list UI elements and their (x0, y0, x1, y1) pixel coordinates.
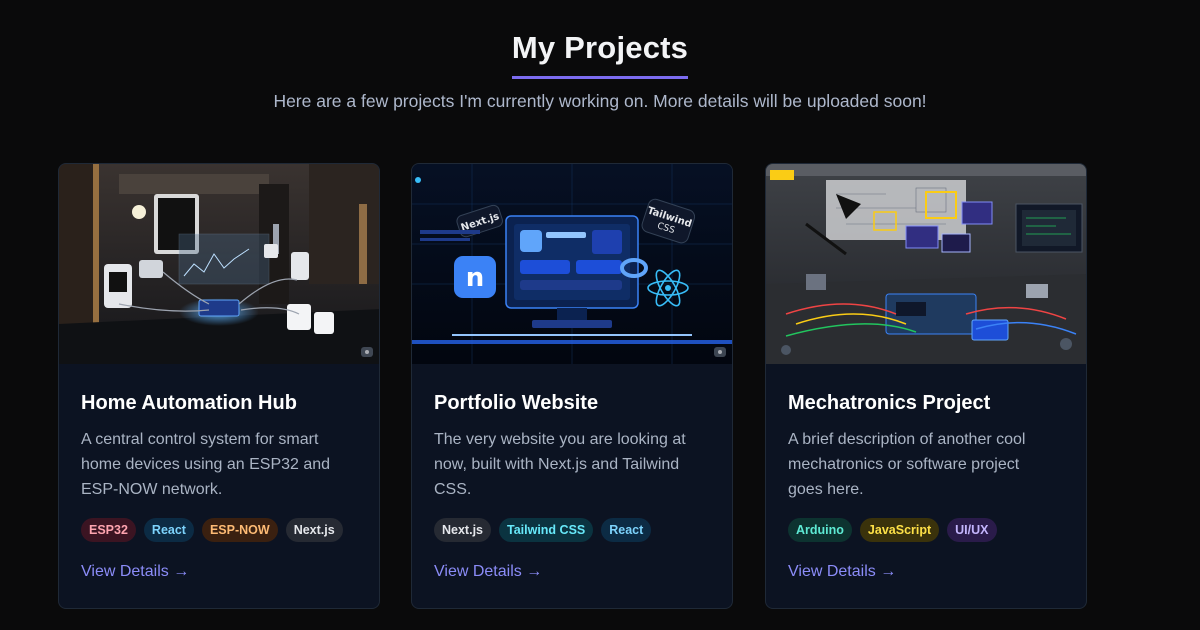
project-description: A central control system for smart home … (81, 431, 331, 498)
web-dashboard-illustration: n Next.js Tailwind CSS (412, 164, 732, 364)
svg-text:n: n (466, 263, 485, 293)
project-title: Mechatronics Project (788, 392, 991, 414)
project-card-portfolio[interactable]: n Next.js Tailwind CSS Portfolio Website (411, 163, 733, 609)
camera-icon (361, 347, 373, 357)
smart-home-illustration (59, 164, 379, 364)
tag-javascript: JavaScript (859, 518, 940, 542)
tag-list: ESP32 React ESP-NOW Next.js (81, 518, 343, 542)
project-title: Portfolio Website (434, 392, 599, 414)
page-subtitle: Here are a few projects I'm currently wo… (273, 91, 927, 111)
section-header: My Projects Here are a few projects I'm … (0, 0, 1200, 112)
project-title: Home Automation Hub (81, 392, 297, 414)
tag-react: React (601, 518, 652, 542)
tag-nextjs: Next.js (434, 518, 491, 542)
tag-esp-now: ESP-NOW (201, 518, 278, 542)
tag-list: Arduino JavaScript UI/UX (788, 518, 997, 542)
tag-list: Next.js Tailwind CSS React (434, 518, 652, 542)
tag-nextjs: Next.js (285, 518, 343, 542)
project-card-home-automation[interactable]: Home Automation Hub A central control sy… (58, 163, 380, 609)
tag-react: React (143, 518, 194, 542)
electronics-lab-illustration (766, 164, 1086, 364)
view-details-link[interactable]: View Details → (788, 563, 896, 581)
project-card-mechatronics[interactable]: Mechatronics Project A brief description… (765, 163, 1087, 609)
tag-arduino: Arduino (788, 518, 852, 542)
project-description: The very website you are looking at now,… (434, 431, 686, 498)
tag-tailwind-css: Tailwind CSS (499, 518, 594, 542)
view-details-link[interactable]: View Details → (434, 563, 542, 581)
page-title: My Projects (511, 30, 689, 79)
project-description: A brief description of another cool mech… (788, 431, 1026, 498)
camera-icon (714, 347, 726, 357)
view-details-link[interactable]: View Details → (81, 563, 189, 581)
tag-esp32: ESP32 (81, 518, 136, 542)
tag-ui-ux: UI/UX (947, 518, 997, 542)
